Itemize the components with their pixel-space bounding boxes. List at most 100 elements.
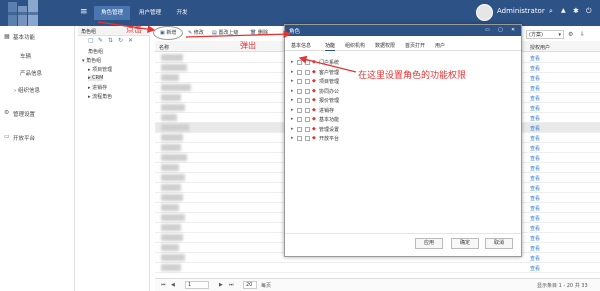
expand-arrow-icon[interactable]: ▸ — [291, 97, 294, 103]
expand-arrow-icon[interactable]: ▸ — [291, 107, 294, 113]
view-link[interactable]: 查看 — [530, 255, 540, 262]
tab-basic-info[interactable]: 基本信息 — [291, 42, 311, 49]
view-link[interactable]: 查看 — [530, 225, 540, 232]
table-row[interactable]: 查看 — [155, 263, 600, 273]
tab-organization[interactable]: 组织机构 — [345, 42, 365, 49]
sidebar-group-settings[interactable]: 管理设置 — [13, 110, 35, 118]
first-page-icon[interactable]: ⏮ — [161, 282, 166, 288]
dialog-titlebar[interactable]: 角色 ▭ ▢ ✕ — [285, 25, 521, 36]
expand-arrow-icon[interactable]: ▸ — [291, 126, 294, 132]
delete-button[interactable]: 🗑 删除 — [250, 28, 268, 38]
view-link[interactable]: 查看 — [530, 55, 540, 62]
ok-button[interactable]: 确定 — [451, 238, 479, 249]
sidebar-group-basic[interactable]: 基本功能 — [13, 33, 35, 41]
view-link[interactable]: 查看 — [530, 245, 540, 252]
checkbox[interactable] — [297, 136, 302, 141]
view-link[interactable]: 查看 — [530, 215, 540, 222]
tab-homepage[interactable]: 首页打开 — [405, 42, 425, 49]
maximize-icon[interactable]: ▢ — [498, 27, 503, 33]
new-button[interactable]: ▣ 新增 — [160, 28, 176, 38]
tree-item-selected[interactable]: ▸ CRM — [88, 75, 104, 81]
expand-arrow-icon[interactable]: ▸ — [291, 135, 294, 141]
minimize-icon[interactable]: ▭ — [485, 27, 490, 33]
edit-icon[interactable]: ✎ — [98, 37, 103, 44]
sidebar-item-org[interactable]: › 组织信息 — [14, 86, 40, 94]
prev-page-icon[interactable]: ◀ — [171, 282, 175, 288]
scheme-dropdown[interactable]: (方案) ▾ — [526, 30, 564, 39]
checkbox[interactable] — [297, 126, 302, 132]
expand-arrow-icon[interactable]: ▸ — [291, 88, 294, 94]
view-link[interactable]: 查看 — [530, 155, 540, 162]
view-link[interactable]: 查看 — [530, 95, 540, 102]
expand-arrow-icon[interactable]: ▸ — [291, 78, 294, 84]
delete-icon[interactable]: ✕ — [128, 37, 133, 44]
tab-role-management[interactable]: 角色管理 — [94, 6, 130, 20]
view-link[interactable]: 查看 — [530, 105, 540, 112]
view-link[interactable]: 查看 — [530, 235, 540, 242]
expand-arrow-icon[interactable]: ▸ — [291, 59, 294, 65]
page-input[interactable]: 1 — [185, 281, 209, 289]
view-link[interactable]: 查看 — [530, 175, 540, 182]
checkbox[interactable] — [305, 69, 310, 75]
view-link[interactable]: 查看 — [530, 125, 540, 132]
checkbox[interactable] — [305, 88, 310, 94]
move-icon[interactable]: ⇅ — [108, 37, 113, 44]
last-page-icon[interactable]: ⏭ — [229, 282, 234, 288]
checkbox[interactable] — [297, 107, 302, 113]
search-icon[interactable]: ⌕ — [549, 7, 553, 16]
view-link[interactable]: 查看 — [530, 145, 540, 152]
column-users[interactable]: 授权用户 — [530, 44, 550, 51]
expand-arrow-icon[interactable]: ▸ — [291, 116, 294, 122]
checkbox[interactable] — [305, 107, 310, 113]
avatar[interactable] — [476, 4, 493, 21]
apply-button[interactable]: 应用 — [415, 238, 443, 249]
view-link[interactable]: 查看 — [530, 195, 540, 202]
checkbox[interactable] — [305, 117, 310, 122]
edit-button[interactable]: ✎ 修改 — [188, 28, 204, 38]
column-name[interactable]: 名称 — [159, 44, 169, 51]
move-up-button[interactable]: ▤ 置改上级 — [212, 28, 238, 38]
hamburger-menu-icon[interactable]: ≡ — [80, 8, 88, 17]
add-doc-icon[interactable]: ▢ — [88, 37, 94, 44]
gear-icon[interactable]: ⚙ — [568, 31, 573, 38]
checkbox[interactable] — [297, 69, 302, 75]
export-icon[interactable]: ⇩ — [580, 31, 585, 38]
view-link[interactable]: 查看 — [530, 185, 540, 192]
cancel-button[interactable]: 取消 — [485, 238, 513, 249]
checkbox[interactable] — [297, 88, 302, 94]
checkbox[interactable] — [297, 79, 302, 84]
sidebar-item-product[interactable]: 产品信息 — [20, 69, 42, 77]
tree-root[interactable]: ▾ 角色组 — [82, 57, 101, 64]
expand-arrow-icon[interactable]: ▸ — [291, 69, 294, 75]
power-icon[interactable]: ⏻ — [586, 7, 592, 16]
close-icon[interactable]: ✕ — [511, 27, 515, 33]
settings-icon[interactable]: ✱ — [573, 7, 579, 15]
checkbox[interactable] — [305, 98, 310, 103]
view-link[interactable]: 查看 — [530, 165, 540, 172]
sidebar-group-platform[interactable]: 开放平台 — [13, 134, 35, 142]
view-link[interactable]: 查看 — [530, 65, 540, 72]
bell-icon[interactable]: ▲ — [561, 7, 566, 14]
view-link[interactable]: 查看 — [530, 265, 540, 272]
tree-item[interactable]: ▸ 进销存 — [88, 84, 107, 91]
tab-users[interactable]: 用户 — [435, 42, 445, 49]
refresh-icon[interactable]: ↻ — [118, 37, 123, 44]
tab-develop[interactable]: 开发 — [170, 6, 194, 20]
view-link[interactable]: 查看 — [530, 205, 540, 212]
checkbox[interactable] — [297, 117, 302, 122]
tab-function[interactable]: 功能 — [325, 42, 336, 51]
view-link[interactable]: 查看 — [530, 75, 540, 82]
view-link[interactable]: 查看 — [530, 115, 540, 122]
checkbox[interactable] — [297, 60, 302, 65]
tab-user-management[interactable]: 用户管理 — [134, 6, 166, 20]
tree-item[interactable]: ▸ 流程角色 — [88, 93, 112, 100]
next-page-icon[interactable]: ▶ — [219, 282, 223, 288]
page-size-select[interactable]: 20 — [243, 281, 257, 289]
checkbox[interactable] — [305, 126, 310, 132]
tree-item[interactable]: ▸ 项目管理 — [88, 66, 112, 73]
tab-data-permission[interactable]: 数据权限 — [375, 42, 395, 49]
checkbox[interactable] — [305, 79, 310, 84]
checkbox[interactable] — [297, 98, 302, 103]
view-link[interactable]: 查看 — [530, 85, 540, 92]
checkbox[interactable] — [305, 60, 310, 65]
